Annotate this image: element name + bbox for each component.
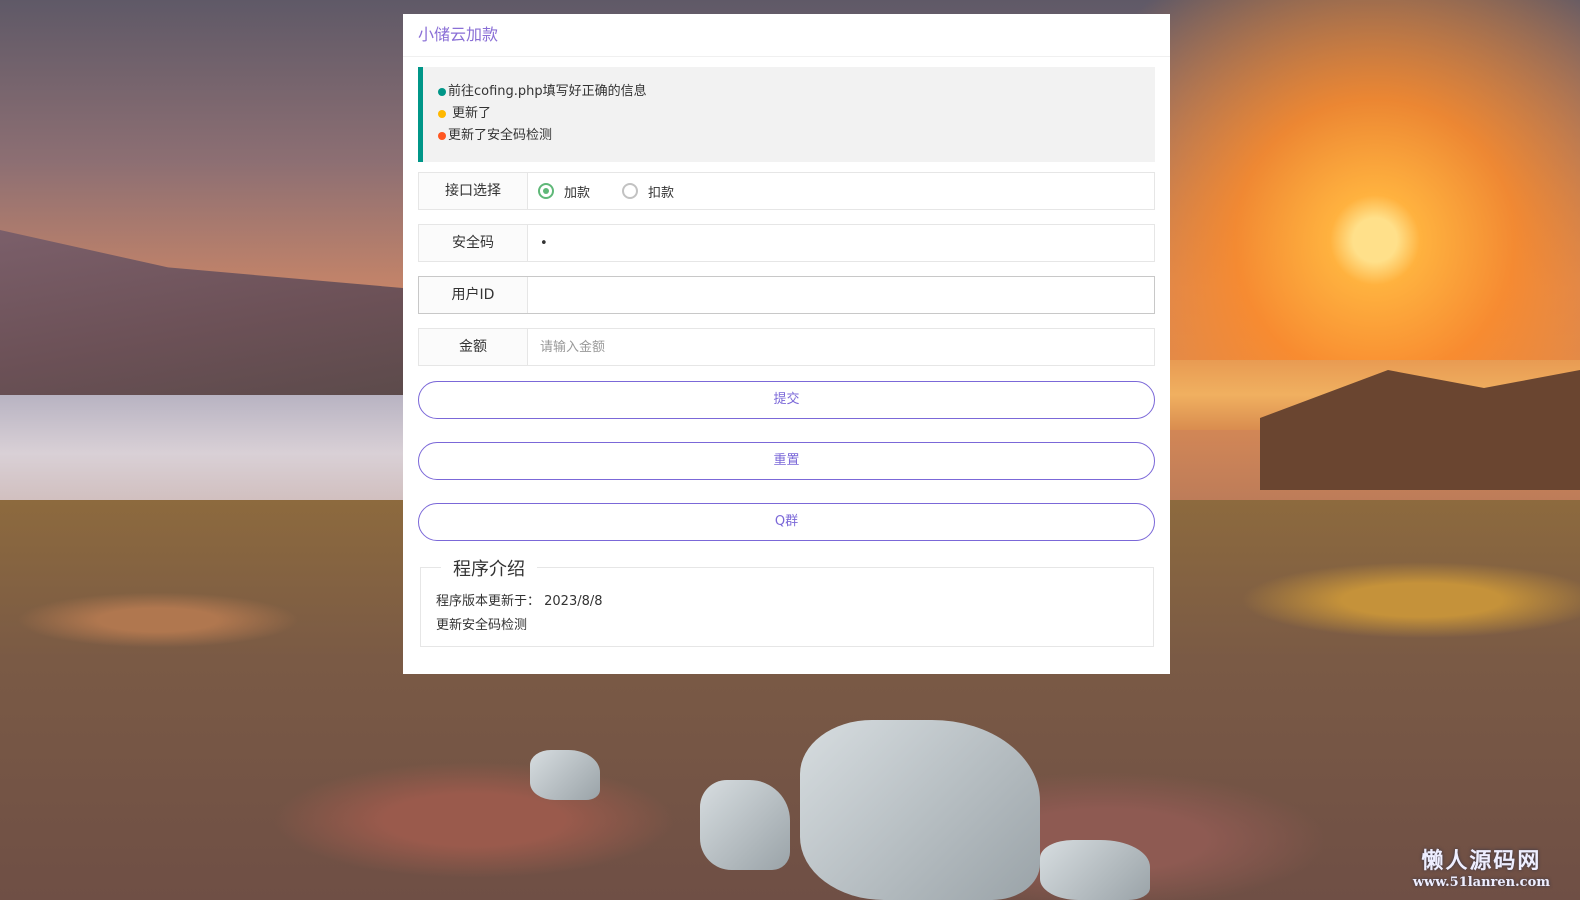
notice-text: 前往cofing.php填写好正确的信息 — [448, 84, 647, 99]
amount-row: 金额 — [418, 328, 1155, 366]
user-id-row: 用户ID — [418, 276, 1155, 314]
security-code-row: 安全码 — [418, 224, 1155, 262]
radio-label: 加款 — [564, 185, 591, 201]
user-id-label: 用户ID — [419, 277, 528, 313]
radio-deduct-funds[interactable]: 扣款 — [622, 182, 674, 201]
interface-options: 加款 扣款 — [528, 173, 1154, 209]
qq-group-button[interactable]: Q群 — [418, 503, 1155, 541]
radio-checked-icon — [538, 183, 554, 199]
rock — [1040, 840, 1150, 900]
watermark-title: 懒人源码网 — [1421, 848, 1542, 874]
rock — [800, 720, 1040, 900]
notice-box: 前往cofing.php填写好正确的信息 更新了 更新了安全码检测 — [418, 67, 1155, 162]
bullet-dot-icon — [438, 132, 446, 140]
notice-text: 更新了安全码检测 — [448, 128, 553, 143]
security-code-field — [528, 225, 1154, 261]
user-id-input[interactable] — [538, 277, 1154, 313]
watermark-url: www.51lanren.com — [1412, 875, 1550, 890]
interface-row: 接口选择 加款 扣款 — [418, 172, 1155, 210]
amount-field — [528, 329, 1154, 365]
reset-button[interactable]: 重置 — [418, 442, 1155, 480]
recharge-panel: 小储云加款 前往cofing.php填写好正确的信息 更新了 更新了安全码检测 … — [403, 14, 1170, 674]
amount-label: 金额 — [419, 329, 528, 365]
radio-label: 扣款 — [648, 185, 675, 201]
watermark: 懒人源码网 www.51lanren.com — [1413, 843, 1550, 890]
rock — [530, 750, 600, 800]
interface-label: 接口选择 — [419, 173, 528, 209]
notice-text: 更新了 — [452, 106, 492, 121]
security-code-input[interactable] — [538, 225, 1154, 261]
user-id-field — [528, 277, 1154, 313]
intro-legend: 程序介绍 — [441, 555, 537, 581]
amount-input[interactable] — [538, 329, 1154, 365]
radio-add-funds[interactable]: 加款 — [538, 182, 590, 201]
notice-line: 更新了 — [438, 103, 1140, 125]
radio-unchecked-icon — [622, 183, 639, 199]
version-text: 程序版本更新于： 2023/8/8 — [436, 594, 603, 609]
program-intro: 程序介绍 程序版本更新于： 2023/8/8 更新安全码检测 — [420, 555, 1154, 647]
rock — [700, 780, 790, 870]
panel-title: 小储云加款 — [403, 14, 1170, 57]
bullet-dot-icon — [438, 88, 446, 96]
submit-button[interactable]: 提交 — [418, 381, 1155, 419]
notice-line: 前往cofing.php填写好正确的信息 — [438, 81, 1140, 103]
bullet-dot-icon — [438, 110, 446, 118]
update-text: 更新安全码检测 — [436, 618, 528, 633]
security-code-label: 安全码 — [419, 225, 528, 261]
notice-line: 更新了安全码检测 — [438, 125, 1140, 147]
left-hill — [0, 230, 420, 400]
